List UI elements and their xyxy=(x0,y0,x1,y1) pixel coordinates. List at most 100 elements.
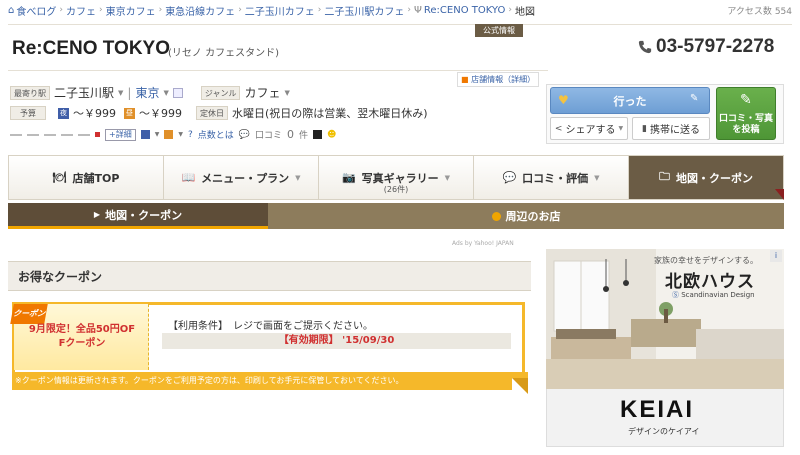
chevron-down-icon: ▼ xyxy=(163,88,169,97)
tab-map-coupon[interactable]: 🗀 地図・クーポン xyxy=(629,156,783,199)
breadcrumb: ⌂ 食べログ › カフェ › 東京カフェ › 東急沿線カフェ › 二子玉川カフェ › 二子… xyxy=(8,3,535,18)
ad-design-text: Scandinavian Design xyxy=(681,291,755,299)
info-divider xyxy=(8,70,548,71)
chevron-down-icon: ▼ xyxy=(154,131,160,138)
tpoint-icon xyxy=(313,130,322,139)
breadcrumb-item-tabelog[interactable]: 食べログ xyxy=(16,3,56,18)
shop-tab-bar: 🍽 店舗TOP 📖 メニュー・プラン ▼ 📷 写真ギャラリー ▼ (26件) 💬… xyxy=(8,155,784,200)
chevron-down-icon: ▼ xyxy=(618,125,624,132)
folder-icon: 🗀 xyxy=(659,170,670,183)
heart-icon: ♥ xyxy=(558,93,569,107)
subnav-map-coupon[interactable]: ▶ 地図・クーポン xyxy=(8,203,268,229)
dinner-small-icon xyxy=(140,130,150,139)
access-count: アクセス数 554 xyxy=(727,4,792,17)
ad-design-label: Ⓢ Scandinavian Design xyxy=(672,290,755,300)
tab-label: 口コミ・評価 xyxy=(522,171,589,185)
review-unit: 件 xyxy=(298,131,308,141)
coupon-title[interactable]: 9月限定！全品50円OF Fクーポン xyxy=(22,323,142,351)
ad-brand: 北欧ハウス xyxy=(665,272,755,292)
coupon-title-line2: Fクーポン xyxy=(58,338,106,349)
camera-icon: 📷 xyxy=(341,171,356,184)
info-row-rating: +詳細 ▼ ▼ ? 点数とは 💬 口コミ 0 件 ☻ xyxy=(10,128,336,141)
shop-kana: (リセノ カフェスタンド) xyxy=(168,48,279,59)
coupon-condition: 【利用条件】 レジで画面をご提示ください。 xyxy=(168,321,373,332)
breadcrumb-item-tokyu-cafe[interactable]: 東急沿線カフェ xyxy=(165,3,235,18)
subnav-label: 地図・クーポン xyxy=(105,208,183,222)
breadcrumb-item-futako-cafe[interactable]: 二子玉川カフェ xyxy=(245,3,315,18)
share-label: シェアする xyxy=(565,125,616,136)
rating-dash xyxy=(61,133,73,136)
ad-design-icon: Ⓢ xyxy=(672,291,679,299)
official-info-tag[interactable]: 公式情報 xyxy=(475,24,523,37)
info-row-budget: 予算 夜 ～￥999 昼 ～￥999 定休日 水曜日(祝日の際は営業、翌木曜日休… xyxy=(10,105,428,121)
tab-photos[interactable]: 📷 写真ギャラリー ▼ (26件) xyxy=(319,156,474,199)
breadcrumb-item-futako-station-cafe[interactable]: 二子玉川駅カフェ xyxy=(324,3,404,18)
breadcrumb-item-tokyo-cafe[interactable]: 東京カフェ xyxy=(106,3,156,18)
tab-menu[interactable]: 📖 メニュー・プラン ▼ xyxy=(164,156,319,199)
share-button[interactable]: < シェアする ▼ xyxy=(550,117,628,140)
tab-label: メニュー・プラン xyxy=(201,171,290,185)
speech-bubble-icon: 💬 xyxy=(502,171,517,184)
crumb-icon: ⌂ xyxy=(8,4,15,16)
rating-dash xyxy=(78,133,90,136)
access-value: 554 xyxy=(774,7,792,17)
tab-reviews[interactable]: 💬 口コミ・評価 ▼ xyxy=(474,156,629,199)
coupon-ribbon: クーポン xyxy=(10,304,48,324)
tab-label: 地図・クーポン xyxy=(676,171,753,185)
dinner-icon: 夜 xyxy=(58,107,69,119)
breadcrumb-item-shop[interactable]: Re:CENO TOKYO xyxy=(424,5,505,16)
chevron-down-icon: ▼ xyxy=(444,173,451,182)
coupon-expiry: 【有効期限】 '15/09/30 xyxy=(162,333,511,349)
mobile-label: 携帯に送る xyxy=(649,125,700,136)
ad-info-icon[interactable]: i xyxy=(770,250,782,262)
coupon-title-line1: 9月限定！全品50円OF xyxy=(28,324,136,335)
bullet-icon: ▶ xyxy=(93,210,101,219)
phone-icon xyxy=(638,40,652,54)
detail-button[interactable]: +詳細 xyxy=(105,128,136,141)
holiday-label: 定休日 xyxy=(196,106,228,120)
area-value[interactable]: 東京 xyxy=(135,84,159,101)
dinner-price: ～￥999 xyxy=(73,107,116,120)
coupon-footer-note: ※クーポン情報は更新されます。クーポンをご利用予定の方は、印刷してお手元に保管し… xyxy=(12,372,528,390)
shopinfo-detail-link[interactable]: ■ 店舗情報（詳細） xyxy=(457,72,540,87)
subnav-nearby[interactable]: 周辺のお店 xyxy=(268,203,784,229)
rating-dash xyxy=(44,133,56,136)
fork-knife-icon: 🍽 xyxy=(52,171,67,184)
review-label: 口コミ xyxy=(254,131,282,141)
points-link[interactable]: 点数とは xyxy=(198,128,234,141)
breadcrumb-current: 地図 xyxy=(514,6,535,18)
sub-nav: ▶ 地図・クーポン 周辺のお店 xyxy=(8,203,784,229)
tab-shop-top[interactable]: 🍽 店舗TOP xyxy=(9,156,164,199)
send-to-mobile-button[interactable]: ▮ 携帯に送る xyxy=(632,117,710,140)
book-icon: 📖 xyxy=(181,171,196,184)
lunch-small-icon xyxy=(164,130,174,139)
lunch-icon: 昼 xyxy=(124,107,135,119)
ad-credit[interactable]: Ads by Yahoo! JAPAN xyxy=(452,240,514,247)
info-row-station: 最寄り駅 二子玉川駅 ▼ | 東京 ▼ ジャンル カフェ ▼ xyxy=(10,84,290,101)
tab-label: 店舗TOP xyxy=(72,171,120,185)
phone-text: 03-5797-2278 xyxy=(656,36,775,57)
review-count: 0 xyxy=(286,128,294,141)
mobile-icon: ▮ xyxy=(642,123,647,134)
smile-icon: ☻ xyxy=(327,129,337,140)
budget-label: 予算 xyxy=(10,106,46,120)
genre-value[interactable]: カフェ xyxy=(244,84,280,101)
subnav-label: 周辺のお店 xyxy=(505,210,561,223)
shopinfo-detail-label: 店舗情報（詳細） xyxy=(471,75,536,84)
chevron-down-icon: ▼ xyxy=(594,173,600,182)
station-value[interactable]: 二子玉川駅 xyxy=(54,84,114,101)
station-label: 最寄り駅 xyxy=(10,85,50,100)
breadcrumb-item-cafe[interactable]: カフェ xyxy=(66,3,96,18)
photo-count: (26件) xyxy=(383,185,409,194)
went-button[interactable]: 行った xyxy=(550,87,710,114)
chevron-down-icon: ▼ xyxy=(284,88,290,97)
map-square-icon xyxy=(172,87,183,98)
fork-icon: Ψ xyxy=(414,4,422,16)
ad-company-sub: デザインのケイアイ xyxy=(628,427,700,436)
separator: | xyxy=(127,85,132,100)
lunch-price: ～￥999 xyxy=(139,107,182,120)
shop-name: Re:CENO TOKYO xyxy=(12,38,171,59)
coupon-heading: お得なクーポン xyxy=(8,261,531,291)
access-label: アクセス数 xyxy=(727,7,772,17)
edit-icon: ✎ xyxy=(690,93,699,104)
